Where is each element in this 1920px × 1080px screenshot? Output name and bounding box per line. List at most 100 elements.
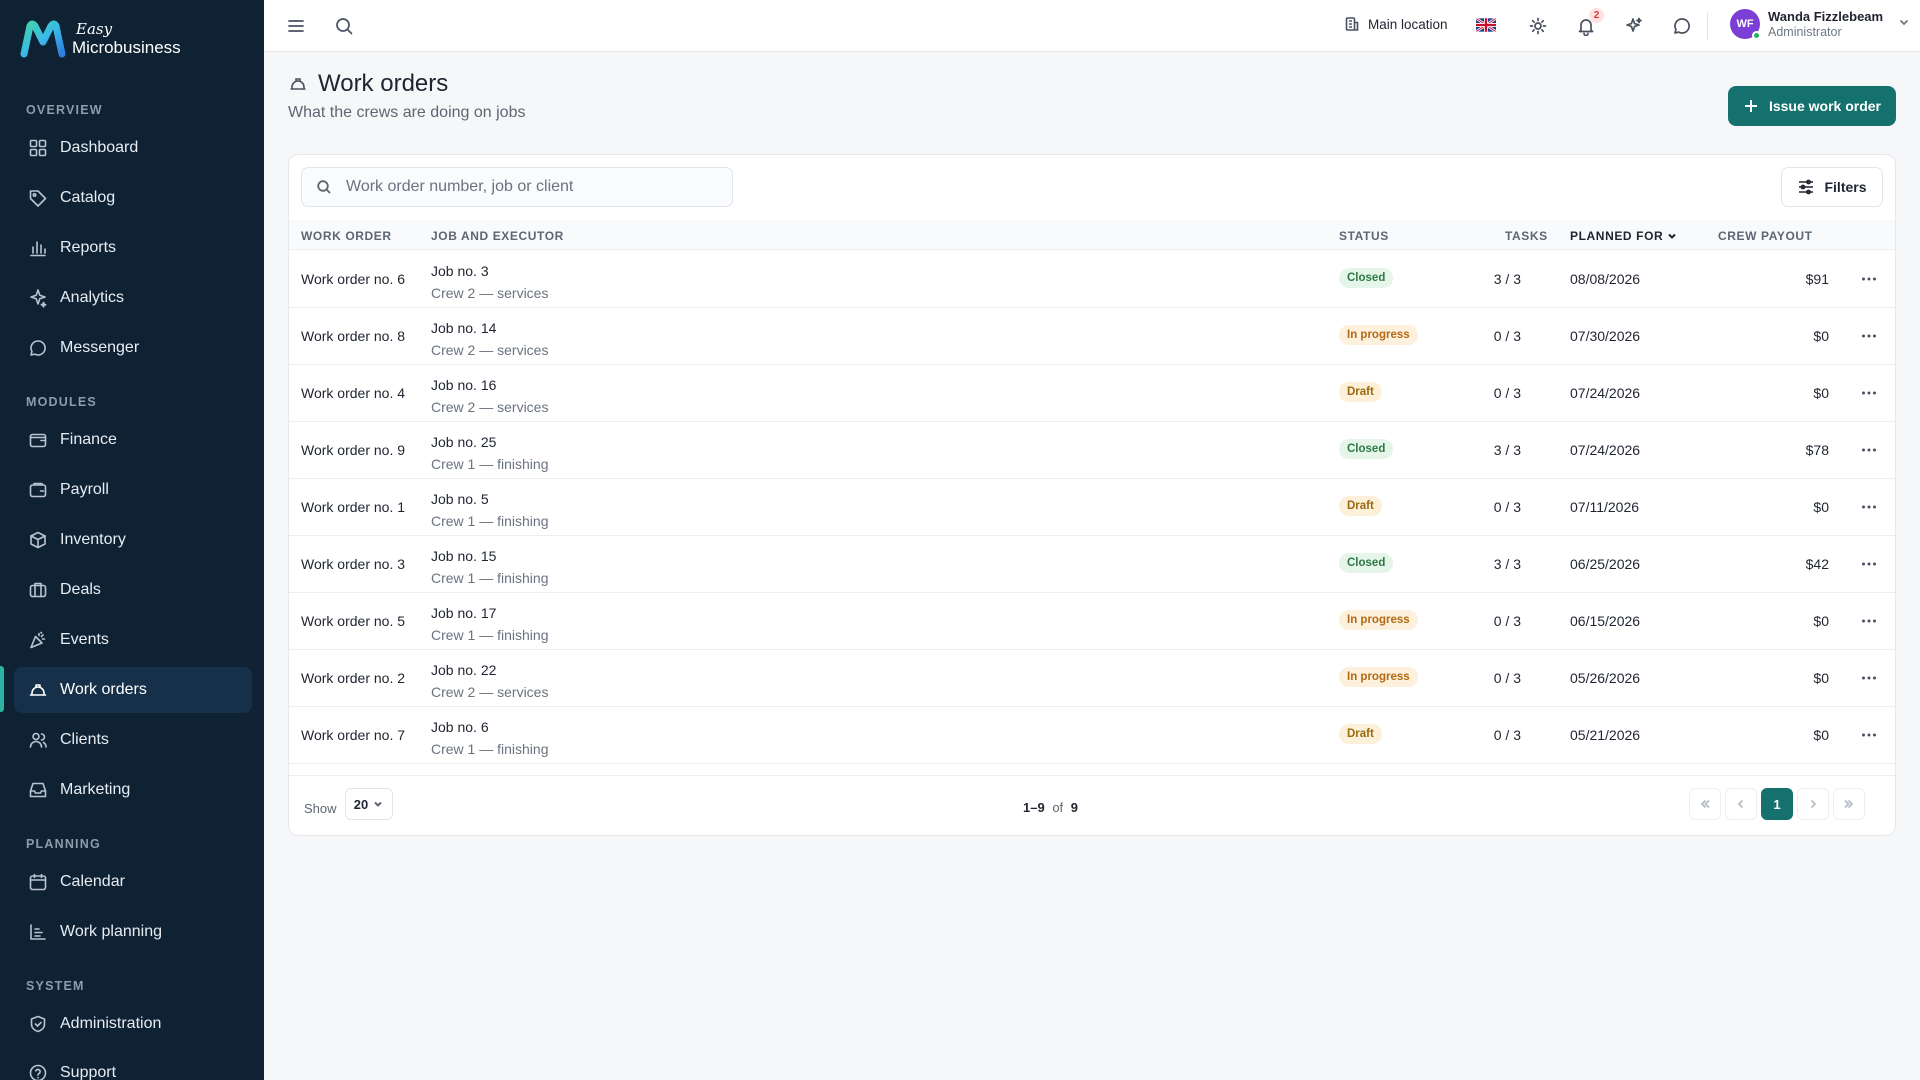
work-order-number[interactable]: Work order no. 3 xyxy=(301,556,405,572)
sidebar-item-label: Dashboard xyxy=(60,139,139,156)
job-executor: Job no. 6 Crew 1 — finishing xyxy=(431,716,549,761)
filters-button[interactable]: Filters xyxy=(1781,167,1883,207)
row-actions-button[interactable] xyxy=(1855,265,1883,293)
table-row[interactable]: Work order no. 4 Job no. 16 Crew 2 — servi… xyxy=(289,365,1895,422)
row-actions-button[interactable] xyxy=(1855,721,1883,749)
hard-hat-icon xyxy=(29,684,47,696)
location-selector[interactable]: Main location xyxy=(1344,16,1448,32)
more-horizontal-icon xyxy=(1862,619,1876,623)
sidebar-item-analytics[interactable]: Analytics xyxy=(14,275,252,321)
table-row[interactable]: Work order no. 1 Job no. 5 Crew 1 — finish… xyxy=(289,479,1895,536)
sidebar-item-work-orders[interactable]: Work orders xyxy=(14,667,252,713)
notification-count-badge: 2 xyxy=(1589,8,1604,23)
sidebar-item-inventory[interactable]: Inventory xyxy=(14,517,252,563)
search-icon xyxy=(317,180,331,194)
row-actions-button[interactable] xyxy=(1855,436,1883,464)
job-number[interactable]: Job no. 17 xyxy=(431,605,496,621)
column-job-executor[interactable]: JOB AND EXECUTOR xyxy=(431,229,564,243)
next-page-button[interactable] xyxy=(1797,788,1829,820)
job-number[interactable]: Job no. 14 xyxy=(431,320,496,336)
sidebar-item-administration[interactable]: Administration xyxy=(14,1001,252,1047)
sidebar-item-clients[interactable]: Clients xyxy=(14,717,252,763)
row-actions-button[interactable] xyxy=(1855,322,1883,350)
column-crew-payout[interactable]: CREW PAYOUT xyxy=(1718,229,1813,243)
user-menu[interactable]: WF Wanda Fizzlebeam Administrator xyxy=(1730,9,1911,41)
show-label: Show xyxy=(304,800,337,816)
job-number[interactable]: Job no. 6 xyxy=(431,719,489,735)
sidebar-item-label: Clients xyxy=(60,731,109,748)
double-chevron-right-icon xyxy=(1844,799,1854,809)
work-order-number[interactable]: Work order no. 7 xyxy=(301,727,405,743)
last-page-button[interactable] xyxy=(1833,788,1865,820)
row-actions-button[interactable] xyxy=(1855,379,1883,407)
column-planned-for[interactable]: PLANNED FOR xyxy=(1570,229,1677,243)
crew-name: Crew 2 — services xyxy=(431,342,549,359)
brand-name: Microbusiness xyxy=(72,38,181,57)
table-row[interactable]: Work order no. 8 Job no. 14 Crew 2 — servi… xyxy=(289,308,1895,365)
table-row[interactable]: Work order no. 6 Job no. 3 Crew 2 — servic… xyxy=(289,251,1895,308)
row-actions-button[interactable] xyxy=(1855,664,1883,692)
more-horizontal-icon xyxy=(1862,676,1876,680)
work-order-number[interactable]: Work order no. 1 xyxy=(301,499,405,515)
sidebar-item-support[interactable]: Support xyxy=(14,1050,252,1080)
work-order-number[interactable]: Work order no. 8 xyxy=(301,328,405,344)
sidebar-item-catalog[interactable]: Catalog xyxy=(14,175,252,221)
sidebar-item-work-planning[interactable]: Work planning xyxy=(14,909,252,955)
work-order-number[interactable]: Work order no. 4 xyxy=(301,385,405,401)
ai-assistant-button[interactable] xyxy=(1622,14,1646,38)
work-order-number[interactable]: Work order no. 6 xyxy=(301,271,405,287)
sidebar-item-marketing[interactable]: Marketing xyxy=(14,767,252,813)
more-horizontal-icon xyxy=(1862,562,1876,566)
sidebar-item-finance[interactable]: Finance xyxy=(14,417,252,463)
table-row[interactable]: Work order no. 2 Job no. 22 Crew 2 — servi… xyxy=(289,650,1895,707)
issue-work-order-button[interactable]: Issue work order xyxy=(1728,86,1896,126)
column-work-order[interactable]: WORK ORDER xyxy=(301,229,392,243)
column-tasks[interactable]: TASKS xyxy=(1505,229,1548,243)
job-number[interactable]: Job no. 15 xyxy=(431,548,496,564)
sidebar-item-label: Support xyxy=(60,1064,117,1080)
row-actions-button[interactable] xyxy=(1855,493,1883,521)
page-size-select[interactable]: 20 xyxy=(344,788,393,820)
sidebar-item-messenger[interactable]: Messenger xyxy=(14,325,252,371)
job-number[interactable]: Job no. 3 xyxy=(431,263,489,279)
sidebar-item-payroll[interactable]: Payroll xyxy=(14,467,252,513)
page-button-1[interactable]: 1 xyxy=(1761,788,1793,820)
sidebar-item-label: Calendar xyxy=(60,873,125,890)
row-actions-button[interactable] xyxy=(1855,607,1883,635)
shield-icon xyxy=(30,1015,46,1033)
column-status[interactable]: STATUS xyxy=(1339,229,1389,243)
table-row[interactable]: Work order no. 7 Job no. 6 Crew 1 — finish… xyxy=(289,707,1895,764)
theme-toggle-button[interactable] xyxy=(1526,14,1550,38)
job-number[interactable]: Job no. 25 xyxy=(431,434,496,450)
search-input[interactable] xyxy=(346,178,726,196)
work-order-number[interactable]: Work order no. 2 xyxy=(301,670,405,686)
sidebar-item-deals[interactable]: Deals xyxy=(14,567,252,613)
first-page-button[interactable] xyxy=(1689,788,1721,820)
work-order-number[interactable]: Work order no. 9 xyxy=(301,442,405,458)
list-icon xyxy=(30,924,46,940)
language-flag-uk-icon[interactable] xyxy=(1476,18,1496,32)
table-row[interactable]: Work order no. 5 Job no. 17 Crew 1 — finis… xyxy=(289,593,1895,650)
row-actions-button[interactable] xyxy=(1855,550,1883,578)
work-order-number[interactable]: Work order no. 5 xyxy=(301,613,405,629)
crew-name: Crew 1 — finishing xyxy=(431,627,549,644)
messages-button[interactable] xyxy=(1670,14,1694,38)
status-cell: Closed xyxy=(1339,439,1394,459)
sidebar-item-dashboard[interactable]: Dashboard xyxy=(14,125,252,171)
brand-logo[interactable]: Easy Microbusiness xyxy=(20,20,181,58)
uk-flag-icon xyxy=(1476,18,1496,32)
sidebar-item-label: Events xyxy=(60,631,109,648)
sidebar-item-reports[interactable]: Reports xyxy=(14,225,252,271)
global-search-button[interactable] xyxy=(332,14,356,38)
sidebar-item-events[interactable]: Events xyxy=(14,617,252,663)
job-number[interactable]: Job no. 5 xyxy=(431,491,489,507)
job-number[interactable]: Job no. 16 xyxy=(431,377,496,393)
search-box[interactable] xyxy=(301,167,733,207)
job-number[interactable]: Job no. 22 xyxy=(431,662,496,678)
notifications-button[interactable]: 2 xyxy=(1574,8,1604,38)
table-row[interactable]: Work order no. 3 Job no. 15 Crew 1 — finis… xyxy=(289,536,1895,593)
table-row[interactable]: Work order no. 9 Job no. 25 Crew 1 — finis… xyxy=(289,422,1895,479)
menu-toggle-button[interactable] xyxy=(284,14,308,38)
prev-page-button[interactable] xyxy=(1725,788,1757,820)
sidebar-item-calendar[interactable]: Calendar xyxy=(14,859,252,905)
